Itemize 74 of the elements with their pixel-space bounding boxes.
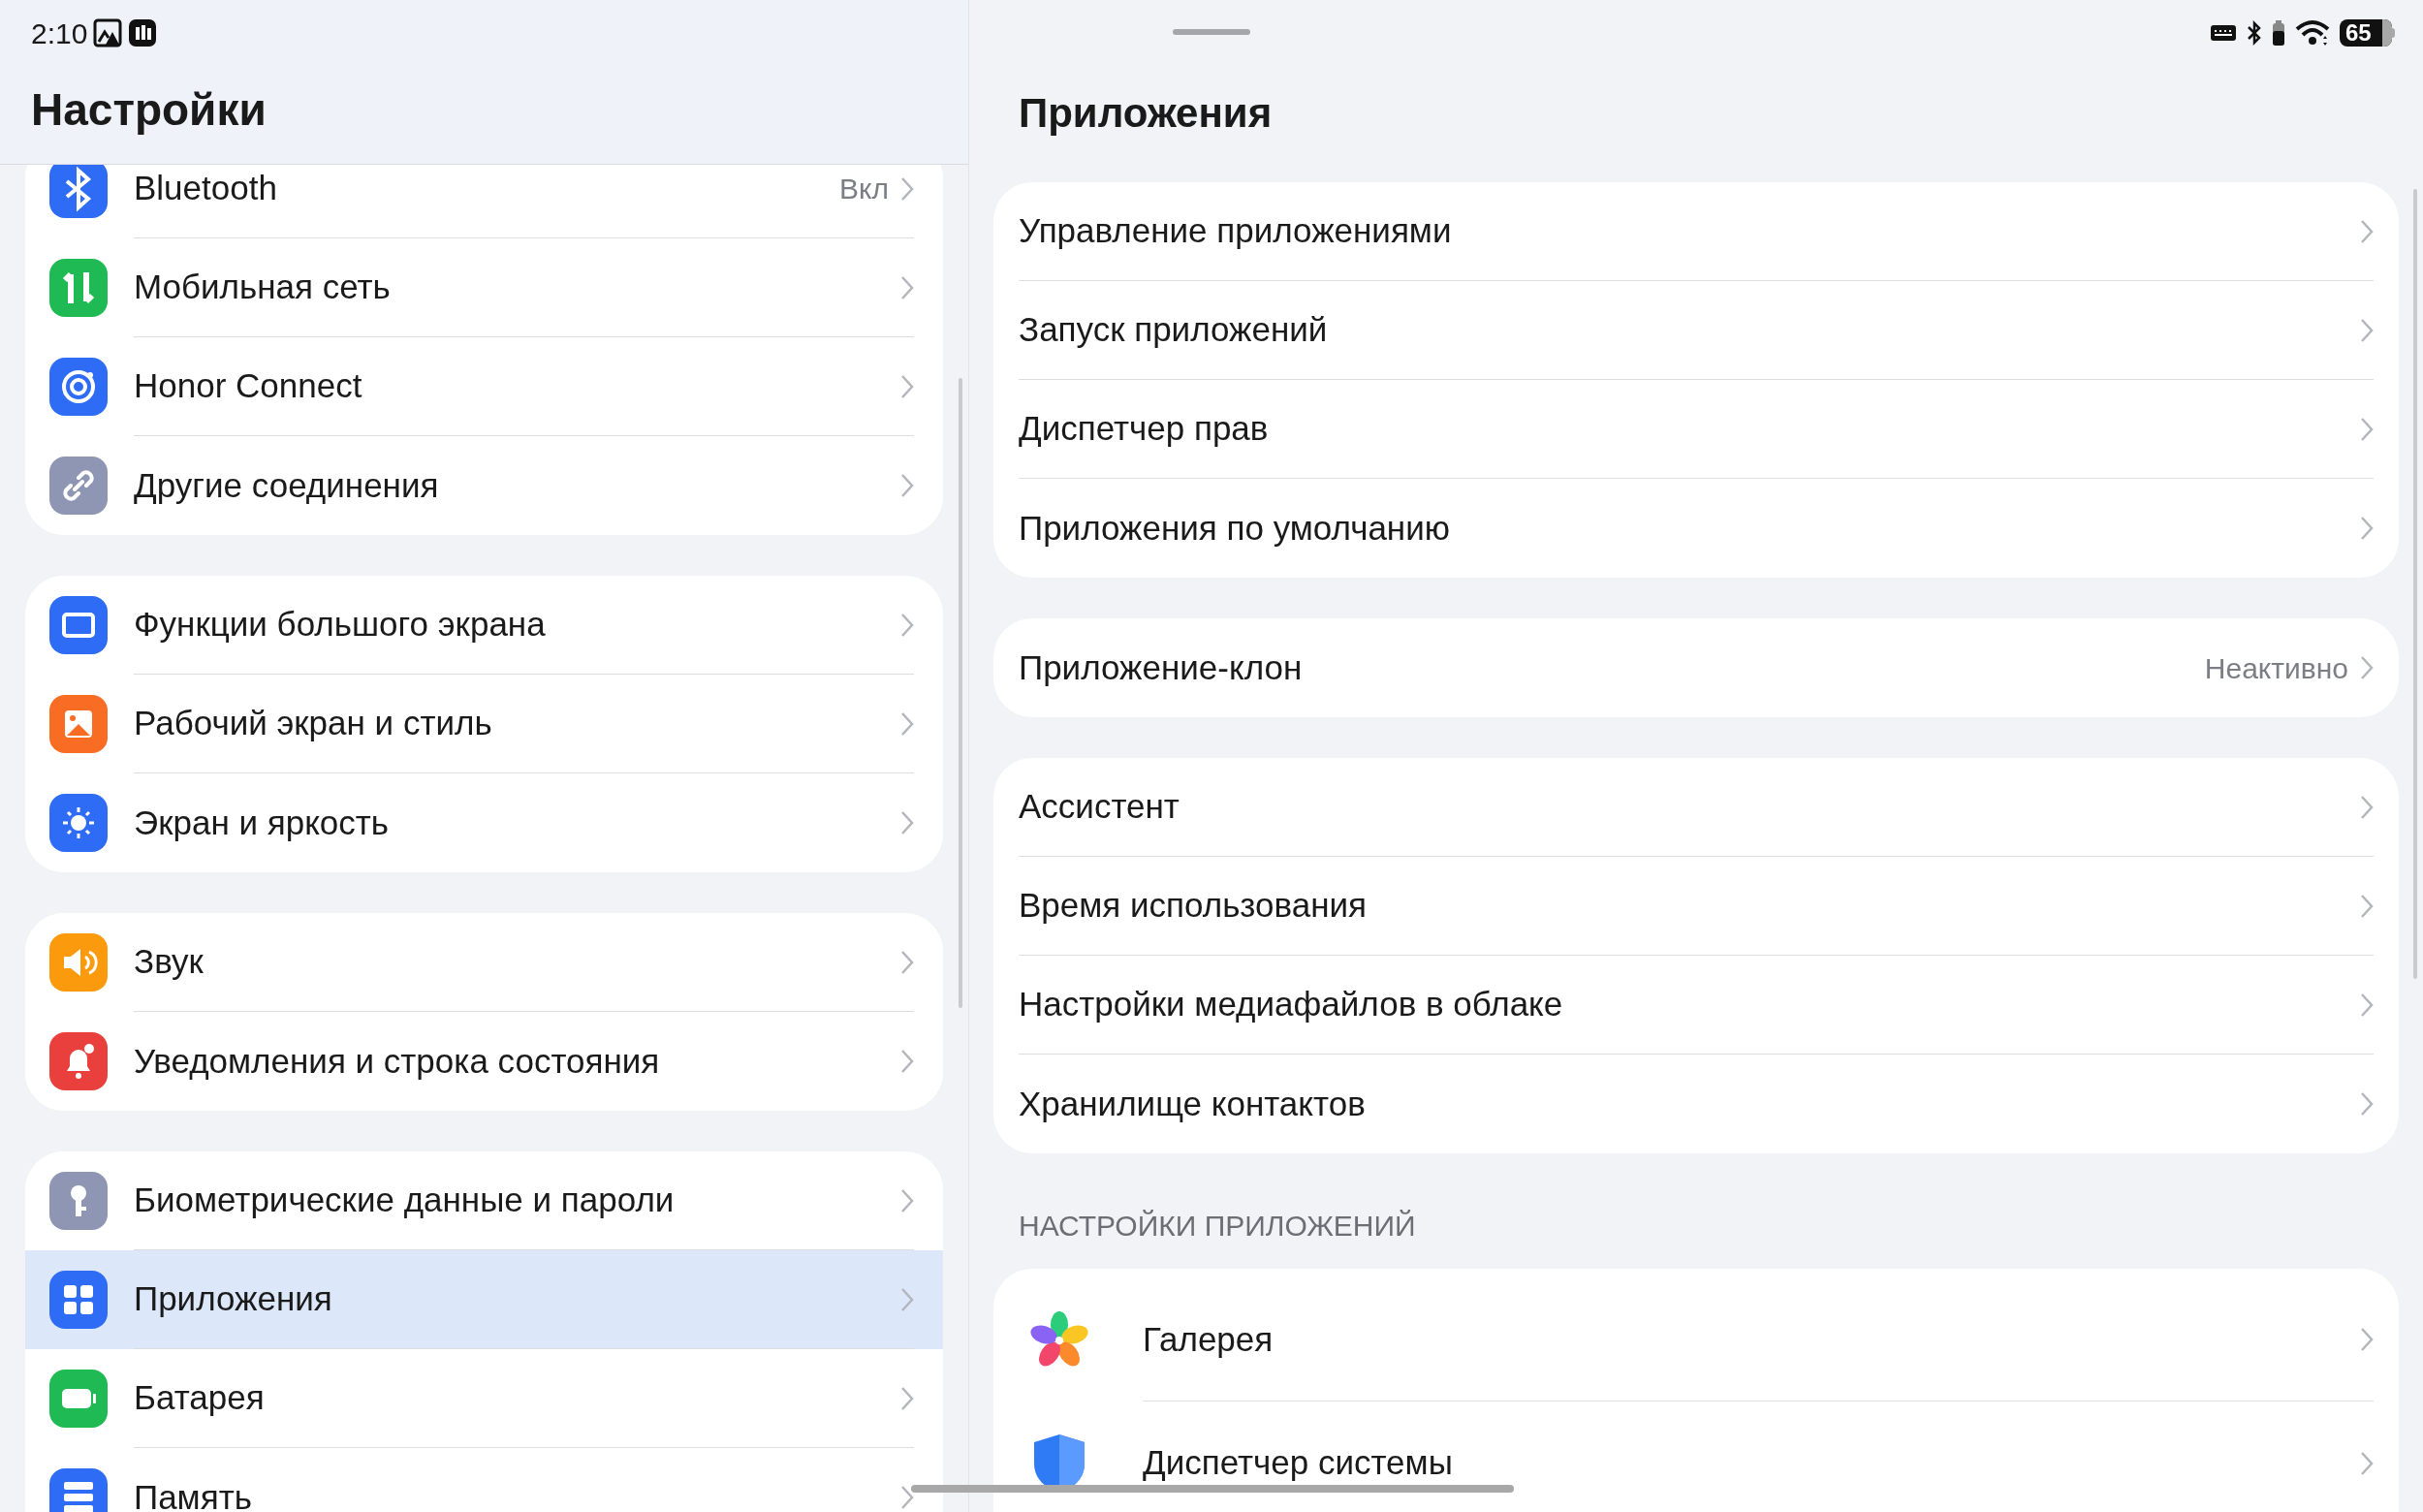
item-label: Уведомления и строка состояния [134, 1040, 661, 1082]
chevron-icon [2360, 655, 2374, 680]
chevron-icon [900, 1049, 914, 1074]
drag-handle[interactable] [1173, 29, 1250, 35]
item-label: Рабочий экран и стиль [134, 703, 493, 744]
item-label: Звук [134, 941, 205, 983]
settings-item[interactable]: Приложение-клон Неактивно [1019, 618, 2374, 717]
chevron-icon [900, 1485, 914, 1510]
chevron-icon [900, 612, 914, 638]
app-item[interactable]: Галерея [993, 1278, 2399, 1402]
item-label: Время использования [1019, 885, 1368, 927]
item-label: Диспетчер системы [1143, 1442, 1454, 1484]
settings-item[interactable]: Bluetooth Вкл [25, 165, 943, 238]
chevron-icon [2360, 794, 2374, 820]
settings-item[interactable]: Управление приложениями [1019, 182, 2374, 281]
item-label: Батарея [134, 1377, 266, 1419]
app-notification-icon [128, 18, 158, 47]
settings-item[interactable]: Хранилище контактов [1019, 1055, 2374, 1153]
item-label: Приложения [134, 1278, 333, 1320]
item-value: Неактивно [2204, 650, 2348, 686]
status-time: 2:10 [31, 16, 88, 51]
item-label: Экран и яркость [134, 802, 391, 843]
item-label: Приложения по умолчанию [1019, 507, 1451, 549]
item-label: Память [134, 1476, 253, 1512]
settings-item[interactable]: Запуск приложений [1019, 281, 2374, 380]
chevron-icon [2360, 1450, 2374, 1476]
item-label: Bluetooth [134, 168, 278, 209]
chevron-icon [2360, 1327, 2374, 1352]
item-label: Ассистент [1019, 786, 1180, 828]
settings-item[interactable]: Приложения [25, 1250, 943, 1349]
wifi-icon [2295, 19, 2330, 47]
chevron-icon [900, 810, 914, 835]
item-label: Мобильная сеть [134, 267, 392, 308]
keyboard-icon [2210, 22, 2237, 44]
chevron-icon [900, 175, 914, 202]
settings-item[interactable]: Настройки медиафайлов в облаке [1019, 956, 2374, 1055]
chevron-icon [900, 1286, 914, 1312]
home-indicator[interactable] [911, 1485, 1514, 1493]
item-label: Галерея [1143, 1318, 1274, 1360]
device-battery-icon [2272, 19, 2285, 47]
chevron-icon [900, 373, 914, 399]
chevron-icon [900, 710, 914, 737]
chevron-icon [2360, 992, 2374, 1018]
item-label: Управление приложениями [1019, 210, 1453, 252]
item-label: Запуск приложений [1019, 309, 1329, 351]
page-title: Приложения [1019, 93, 1273, 134]
bluetooth-icon [2247, 19, 2262, 47]
chevron-icon [2360, 317, 2374, 343]
item-label: Другие соединения [134, 464, 440, 506]
chevron-icon [2360, 1091, 2374, 1117]
chevron-icon [2360, 893, 2374, 919]
chevron-icon [2360, 218, 2374, 244]
image-alert-icon [93, 18, 123, 47]
chevron-icon [900, 473, 914, 498]
item-value: Вкл [839, 172, 889, 206]
item-label: Хранилище контактов [1019, 1083, 1367, 1124]
chevron-icon [2360, 516, 2374, 541]
settings-item[interactable]: Время использования [1019, 857, 2374, 956]
chevron-icon [2360, 416, 2374, 442]
chevron-icon [900, 949, 914, 975]
chevron-icon [900, 1385, 914, 1411]
item-label: Биометрические данные и пароли [134, 1180, 676, 1221]
item-label: Функции большого экрана [134, 604, 547, 646]
item-label: Настройки медиафайлов в облаке [1019, 984, 1564, 1025]
settings-item[interactable]: Ассистент [1019, 758, 2374, 857]
settings-item[interactable]: Диспетчер прав [1019, 380, 2374, 479]
item-label: Диспетчер прав [1019, 408, 1270, 450]
chevron-icon [900, 1187, 914, 1213]
chevron-icon [900, 274, 914, 300]
item-label: Приложение-клон [1019, 646, 1304, 688]
section-header: НАСТРОЙКИ ПРИЛОЖЕНИЙ [1019, 1209, 1416, 1244]
battery-indicator: 65 [2340, 19, 2395, 47]
item-label: Honor Connect [134, 365, 363, 407]
settings-item[interactable]: Приложения по умолчанию [1019, 479, 2374, 578]
